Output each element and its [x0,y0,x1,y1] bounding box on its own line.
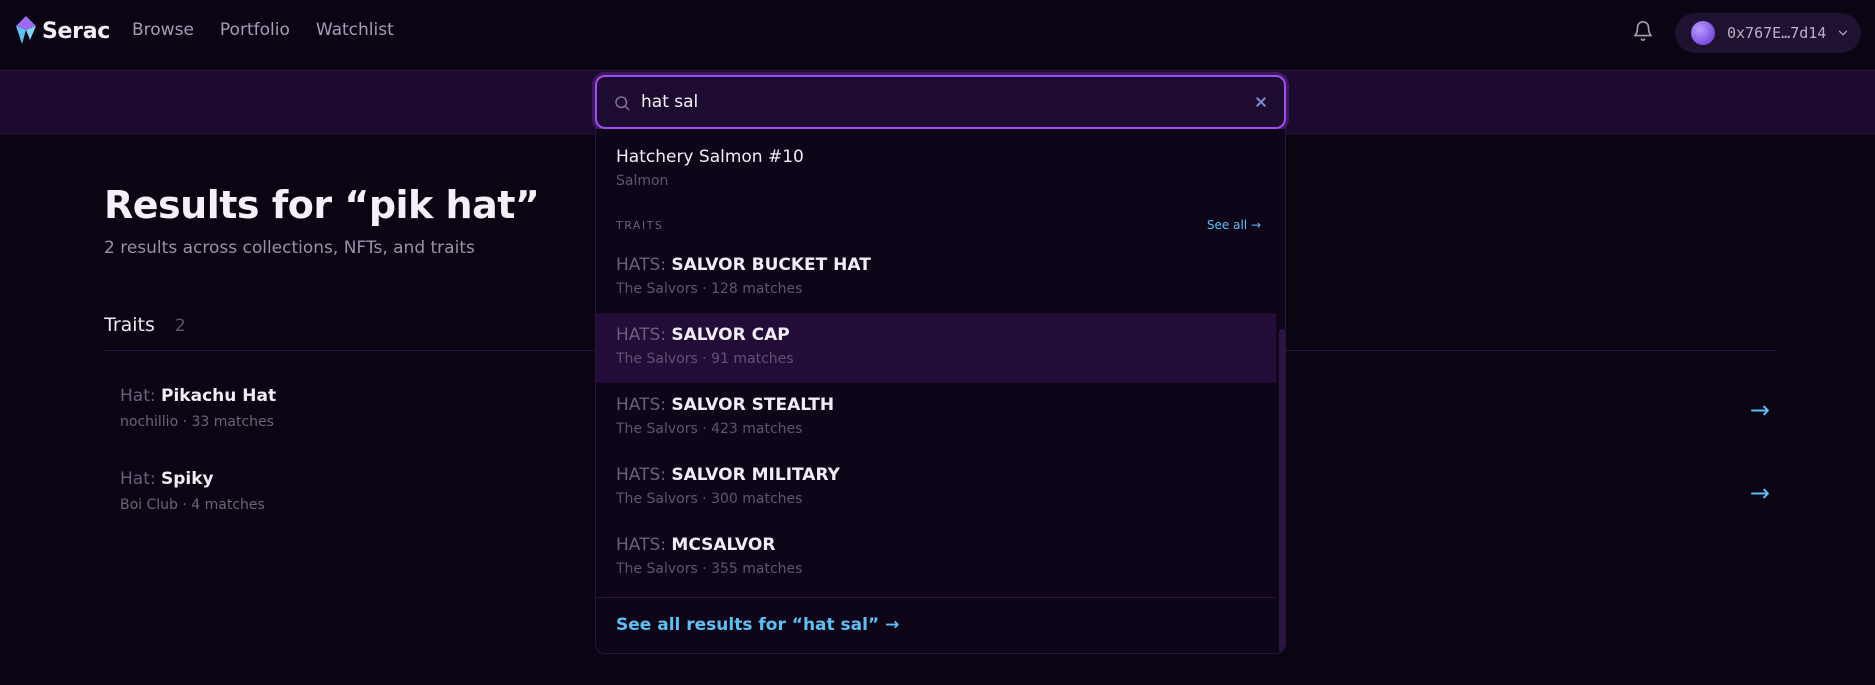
trait-suggestion-name: HATS: SALVOR CAP [616,325,1276,345]
wallet-avatar [1691,21,1715,45]
top-navigation: Serac Browse Portfolio Watchlist 0x767E…… [0,0,1875,62]
see-all-traits-link[interactable]: See all → [1207,218,1261,232]
trait-value: MCSALVOR [671,535,776,555]
trait-meta: The Salvors · 423 matches [616,421,803,437]
traits-section-header: Traits 2 [104,314,186,336]
trait-value: SALVOR CAP [671,325,790,345]
traits-group-label: TRAITS [616,219,664,232]
search-icon [615,96,630,111]
search-dropdown: Hatchery Salmon #10 Salmon TRAITS See al… [595,129,1286,654]
nft-title: Hatchery Salmon #10 [616,147,804,167]
nft-collection: Salmon [616,173,669,189]
nav-browse[interactable]: Browse [132,20,194,40]
trait-type: HATS: [616,255,666,275]
trait-value: Spiky [161,469,214,489]
trait-meta: The Salvors · 300 matches [616,491,803,507]
search-input[interactable] [641,92,1201,112]
trait-meta: The Salvors · 128 matches [616,281,803,297]
section-count: 2 [174,316,186,336]
nav-watchlist[interactable]: Watchlist [316,20,394,40]
trait-suggestion-name: HATS: SALVOR MILITARY [616,465,1276,485]
nav-portfolio[interactable]: Portfolio [220,20,290,40]
nft-result-item[interactable]: Hatchery Salmon #10 Salmon [596,129,1276,199]
trait-value: Pikachu Hat [161,386,277,406]
main-nav: Browse Portfolio Watchlist [132,20,394,40]
trait-suggestion-item[interactable]: HATS: SALVOR MILITARY The Salvors · 300 … [596,453,1276,523]
wallet-button[interactable]: 0x767E…7d14 [1675,13,1861,53]
trait-type: Hat: [120,386,156,406]
trait-type: HATS: [616,325,666,345]
trait-value: SALVOR STEALTH [671,395,835,415]
trait-suggestion-name: HATS: SALVOR STEALTH [616,395,1276,415]
serac-logo-icon [16,16,36,44]
trait-suggestion-item[interactable]: HATS: MCSALVOR The Salvors · 355 matches [596,523,1276,593]
trait-type: HATS: [616,465,666,485]
search-box[interactable] [595,75,1286,129]
trait-type: HATS: [616,395,666,415]
trait-suggestion-item[interactable]: HATS: SALVOR STEALTH The Salvors · 423 m… [596,383,1276,453]
bell-icon[interactable] [1632,20,1654,42]
trait-value: SALVOR MILITARY [671,465,840,485]
trait-suggestion-item[interactable]: HATS: SALVOR CAP The Salvors · 91 matche… [596,313,1276,383]
trait-meta: The Salvors · 355 matches [616,561,803,577]
section-title: Traits [104,314,155,336]
brand-logo[interactable]: Serac [14,16,110,46]
dropdown-divider [596,597,1276,598]
arrow-right-icon[interactable]: → [1750,479,1770,507]
trait-type: Hat: [120,469,156,489]
results-subtitle: 2 results across collections, NFTs, and … [104,238,475,258]
scrollbar-thumb[interactable] [1279,329,1285,653]
trait-meta: The Salvors · 91 matches [616,351,794,367]
dropdown-scrollbar[interactable] [1279,129,1285,653]
trait-suggestion-name: HATS: MCSALVOR [616,535,1276,555]
trait-suggestion-name: HATS: SALVOR BUCKET HAT [616,255,1276,275]
trait-type: HATS: [616,535,666,555]
trait-suggestion-item[interactable]: HATS: SALVOR BUCKET HAT The Salvors · 12… [596,243,1276,313]
trait-value: SALVOR BUCKET HAT [671,255,871,275]
arrow-right-icon[interactable]: → [1750,396,1770,424]
results-title: Results for “pik hat” [104,183,540,227]
see-all-results-link[interactable]: See all results for “hat sal” → [616,615,899,635]
brand-name: Serac [42,18,111,44]
close-icon[interactable] [1252,93,1270,111]
chevron-down-icon [1839,30,1848,36]
wallet-address: 0x767E…7d14 [1727,24,1827,42]
